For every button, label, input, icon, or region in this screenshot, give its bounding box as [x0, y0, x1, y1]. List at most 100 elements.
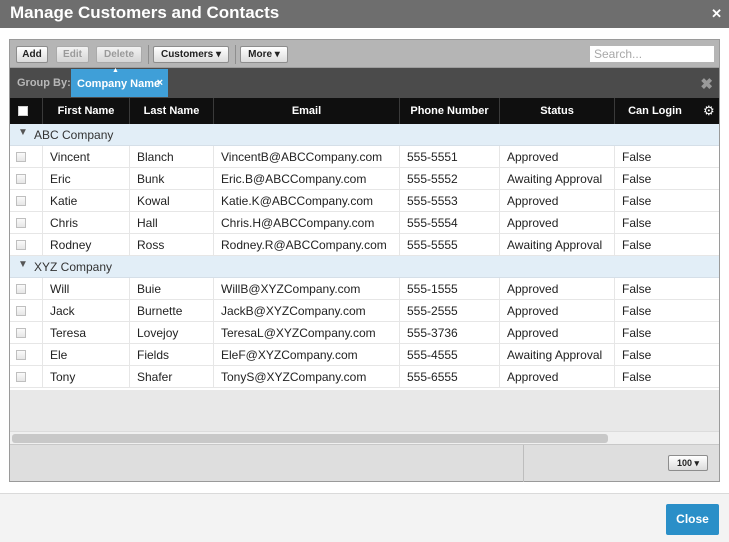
group-by-label: Group By:: [17, 77, 71, 89]
row-select-cell: [10, 190, 43, 212]
edit-button[interactable]: Edit: [56, 46, 89, 63]
group-row[interactable]: ▼ ABC Company: [10, 124, 719, 146]
email-cell: EleF@XYZCompany.com: [214, 344, 400, 366]
status-cell: Approved: [500, 212, 615, 234]
column-header-last-name[interactable]: Last Name: [130, 98, 214, 124]
last-name-cell: Ross: [130, 234, 214, 256]
row-select-cell: [10, 168, 43, 190]
status-cell: Approved: [500, 146, 615, 168]
email-cell: Rodney.R@ABCCompany.com: [214, 234, 400, 256]
first-name-cell: Chris: [43, 212, 130, 234]
row-checkbox[interactable]: [16, 152, 26, 162]
row-checkbox[interactable]: [16, 372, 26, 382]
phone-cell: 555-5551: [400, 146, 500, 168]
first-name-cell: Eric: [43, 168, 130, 190]
phone-cell: 555-5555: [400, 234, 500, 256]
last-name-cell: Hall: [130, 212, 214, 234]
grid-panel: Add Edit Delete Customers ▾ More ▾ Group…: [9, 39, 720, 482]
row-checkbox[interactable]: [16, 196, 26, 206]
group-by-bar: Group By: ▲ Company Name × ✖: [10, 67, 719, 98]
can-login-cell: False: [615, 366, 719, 388]
status-cell: Awaiting Approval: [500, 344, 615, 366]
column-header-first-name[interactable]: First Name: [43, 98, 130, 124]
last-name-cell: Burnette: [130, 300, 214, 322]
table-row[interactable]: Will Buie WillB@XYZCompany.com 555-1555 Appr…: [10, 278, 719, 300]
search-input[interactable]: [589, 45, 715, 63]
row-select-cell: [10, 234, 43, 256]
grid-body: ▼ ABC Company Vincent Blanch VincentB@ABCCom…: [10, 124, 719, 390]
scrollbar-thumb[interactable]: [12, 434, 608, 443]
dialog-titlebar: Manage Customers and Contacts ✕: [0, 0, 729, 28]
row-select-cell: [10, 300, 43, 322]
row-checkbox[interactable]: [16, 306, 26, 316]
row-checkbox[interactable]: [16, 240, 26, 250]
can-login-cell: False: [615, 168, 719, 190]
select-all-checkbox[interactable]: [18, 106, 28, 116]
horizontal-scrollbar[interactable]: [10, 431, 719, 444]
phone-cell: 555-5552: [400, 168, 500, 190]
group-row[interactable]: ▼ XYZ Company: [10, 256, 719, 278]
row-checkbox[interactable]: [16, 350, 26, 360]
group-chip-company-name[interactable]: ▲ Company Name ×: [71, 67, 168, 97]
collapse-triangle-icon[interactable]: ▼: [18, 259, 28, 270]
first-name-cell: Tony: [43, 366, 130, 388]
email-cell: Eric.B@ABCCompany.com: [214, 168, 400, 190]
email-cell: Chris.H@ABCCompany.com: [214, 212, 400, 234]
last-name-cell: Blanch: [130, 146, 214, 168]
row-checkbox[interactable]: [16, 328, 26, 338]
status-cell: Awaiting Approval: [500, 168, 615, 190]
phone-cell: 555-5553: [400, 190, 500, 212]
group-label: ABC Company: [34, 128, 114, 142]
phone-cell: 555-5554: [400, 212, 500, 234]
gear-icon[interactable]: ⚙: [703, 103, 715, 119]
can-login-cell: False: [615, 344, 719, 366]
table-row[interactable]: Katie Kowal Katie.K@ABCCompany.com 555-5553…: [10, 190, 719, 212]
table-row[interactable]: Teresa Lovejoy TeresaL@XYZCompany.com 555-3…: [10, 322, 719, 344]
row-checkbox[interactable]: [16, 284, 26, 294]
phone-cell: 555-4555: [400, 344, 500, 366]
toolbar-divider: [148, 45, 149, 64]
phone-cell: 555-3736: [400, 322, 500, 344]
more-dropdown-button[interactable]: More ▾: [240, 46, 288, 63]
page-size-dropdown[interactable]: 100 ▾: [668, 455, 708, 471]
add-button[interactable]: Add: [16, 46, 48, 63]
customers-dropdown-button[interactable]: Customers ▾: [153, 46, 229, 63]
row-checkbox[interactable]: [16, 218, 26, 228]
table-row[interactable]: Tony Shafer TonyS@XYZCompany.com 555-6555 Ap…: [10, 366, 719, 388]
last-name-cell: Lovejoy: [130, 322, 214, 344]
email-cell: WillB@XYZCompany.com: [214, 278, 400, 300]
email-cell: Katie.K@ABCCompany.com: [214, 190, 400, 212]
close-icon[interactable]: ✕: [711, 6, 722, 22]
toolbar-divider: [235, 45, 236, 64]
grid-header: First Name Last Name Email Phone Number …: [10, 98, 719, 124]
first-name-cell: Rodney: [43, 234, 130, 256]
column-header-email[interactable]: Email: [214, 98, 400, 124]
table-row[interactable]: Vincent Blanch VincentB@ABCCompany.com 555-…: [10, 146, 719, 168]
row-select-cell: [10, 278, 43, 300]
delete-button[interactable]: Delete: [96, 46, 142, 63]
table-row[interactable]: Rodney Ross Rodney.R@ABCCompany.com 555-555…: [10, 234, 719, 256]
row-select-cell: [10, 344, 43, 366]
clear-grouping-icon[interactable]: ✖: [700, 75, 713, 93]
sort-ascending-icon: ▲: [112, 67, 119, 74]
table-row[interactable]: Eric Bunk Eric.B@ABCCompany.com 555-5552 Awa…: [10, 168, 719, 190]
column-header-can-login[interactable]: Can Login: [615, 98, 695, 124]
close-button[interactable]: Close: [666, 504, 719, 535]
first-name-cell: Jack: [43, 300, 130, 322]
status-cell: Approved: [500, 300, 615, 322]
table-row[interactable]: Ele Fields EleF@XYZCompany.com 555-4555 Awai…: [10, 344, 719, 366]
first-name-cell: Ele: [43, 344, 130, 366]
dialog-title: Manage Customers and Contacts: [10, 3, 280, 22]
row-checkbox[interactable]: [16, 174, 26, 184]
can-login-cell: False: [615, 146, 719, 168]
collapse-triangle-icon[interactable]: ▼: [18, 127, 28, 138]
status-cell: Approved: [500, 278, 615, 300]
first-name-cell: Katie: [43, 190, 130, 212]
column-header-phone-number[interactable]: Phone Number: [400, 98, 500, 124]
last-name-cell: Buie: [130, 278, 214, 300]
table-row[interactable]: Chris Hall Chris.H@ABCCompany.com 555-5554 A…: [10, 212, 719, 234]
row-select-cell: [10, 366, 43, 388]
remove-group-icon[interactable]: ×: [157, 77, 163, 89]
column-header-status[interactable]: Status: [500, 98, 615, 124]
table-row[interactable]: Jack Burnette JackB@XYZCompany.com 555-2555…: [10, 300, 719, 322]
